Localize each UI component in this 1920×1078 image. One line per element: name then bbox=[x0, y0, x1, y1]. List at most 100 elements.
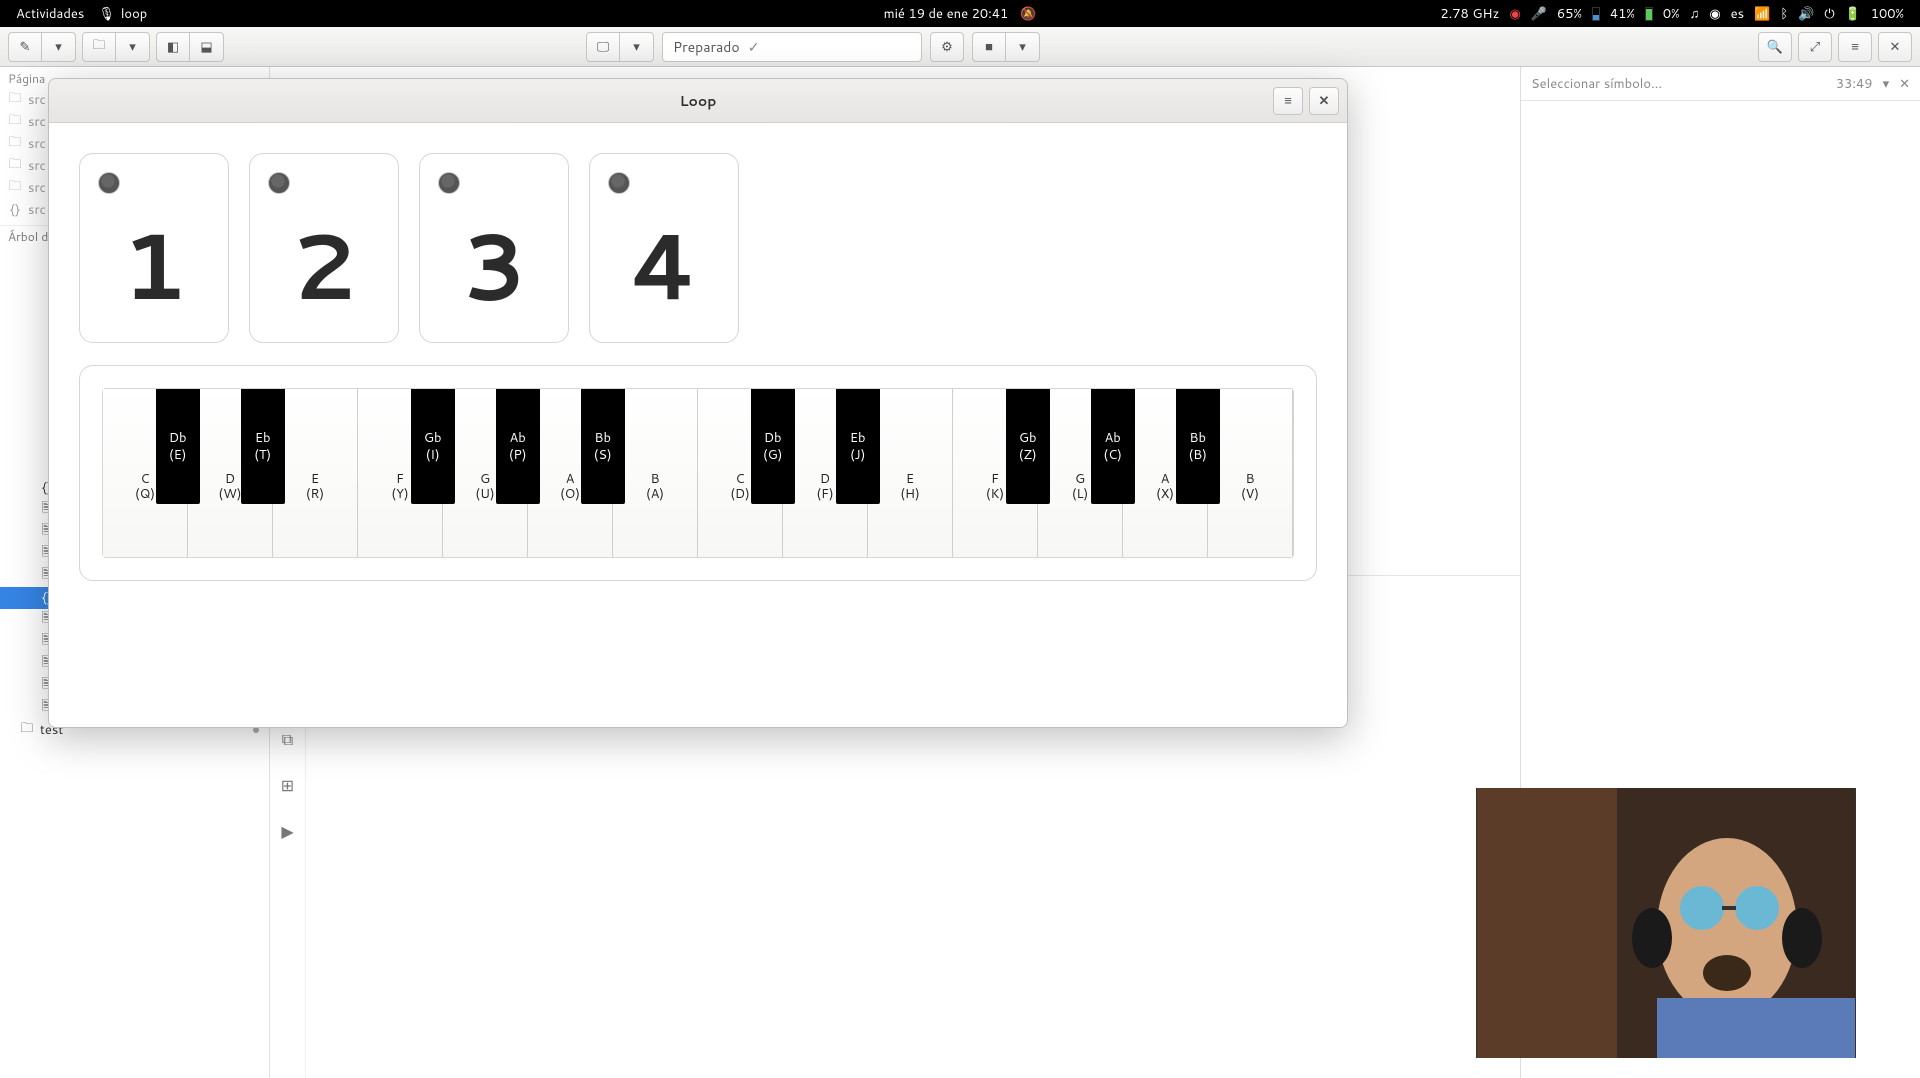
fullscreen-button[interactable]: ⤢ bbox=[1798, 32, 1832, 62]
track-card[interactable]: 2 bbox=[249, 153, 399, 343]
record-button[interactable] bbox=[268, 172, 290, 194]
folder-icon: 🗀 bbox=[8, 155, 22, 177]
note-label: Bb bbox=[1189, 430, 1206, 446]
music-icon[interactable]: ♫ bbox=[1690, 5, 1700, 23]
keyboard-lang[interactable]: es bbox=[1731, 5, 1744, 23]
notification-off-icon[interactable]: 🔕 bbox=[1020, 5, 1036, 23]
record-button[interactable] bbox=[608, 172, 630, 194]
outline-placeholder[interactable]: Seleccionar símbolo… bbox=[1531, 75, 1662, 93]
app-menu[interactable]: 🎙 loop bbox=[98, 5, 147, 23]
loop-close-button[interactable]: ✕ bbox=[1309, 87, 1339, 115]
note-label: Eb bbox=[255, 430, 271, 446]
loop-titlebar[interactable]: Loop ≡ ✕ bbox=[49, 79, 1347, 123]
webcam-overlay bbox=[1476, 788, 1856, 1058]
key-binding: (I) bbox=[426, 447, 440, 463]
clock[interactable]: mié 19 de ene 20:41 bbox=[884, 5, 1009, 23]
key-binding: (J) bbox=[850, 447, 865, 463]
white-key[interactable]: E(H) bbox=[868, 389, 953, 557]
record-button[interactable] bbox=[438, 172, 460, 194]
close-icon[interactable]: ✕ bbox=[1899, 75, 1910, 93]
black-key[interactable]: Db(E) bbox=[156, 389, 200, 504]
bluetooth-icon[interactable]: ᛒ bbox=[1780, 5, 1788, 23]
activities-button[interactable]: Actividades bbox=[16, 5, 84, 23]
key-binding: (Y) bbox=[391, 487, 408, 503]
black-key[interactable]: Db(G) bbox=[751, 389, 795, 504]
hamburger-button[interactable]: ≡ bbox=[1838, 32, 1872, 62]
key-binding: (D) bbox=[730, 487, 750, 503]
expand-icon: ⤢ bbox=[1810, 38, 1820, 56]
play-icon[interactable]: ▶ bbox=[281, 819, 293, 843]
file-label: src bbox=[28, 157, 46, 175]
black-key[interactable]: Eb(J) bbox=[836, 389, 880, 504]
build-config-button[interactable]: ⚙ bbox=[930, 32, 964, 62]
panel-left-button[interactable]: ◧ bbox=[156, 32, 190, 62]
white-key[interactable]: E(R) bbox=[273, 389, 358, 557]
key-binding: (G) bbox=[763, 447, 783, 463]
power-icon[interactable]: ⏻ bbox=[1824, 5, 1834, 23]
file-label: src bbox=[28, 135, 46, 153]
black-key[interactable]: Gb(Z) bbox=[1006, 389, 1050, 504]
build-status[interactable]: Preparado ✓ bbox=[662, 32, 922, 62]
new-file-button[interactable]: ✎ bbox=[8, 32, 42, 62]
key-binding: (W) bbox=[218, 487, 241, 503]
chevron-down-icon[interactable]: ▾ bbox=[1883, 75, 1890, 93]
cpu-graph-icon bbox=[1592, 7, 1600, 21]
folder-open-icon: 🗀 bbox=[92, 36, 105, 58]
panel-bottom-icon: ⬓ bbox=[200, 38, 212, 56]
chevron-down-icon: ▾ bbox=[1019, 38, 1026, 56]
key-binding: (Q) bbox=[135, 487, 155, 503]
track-card[interactable]: 1 bbox=[79, 153, 229, 343]
device-button[interactable]: 🖵 bbox=[586, 32, 620, 62]
code-icon: {} bbox=[8, 201, 22, 219]
track-card[interactable]: 4 bbox=[589, 153, 739, 343]
track-number: 4 bbox=[629, 198, 698, 329]
record-button[interactable] bbox=[98, 172, 120, 194]
webcam-image bbox=[1477, 788, 1855, 1058]
key-binding: (P) bbox=[509, 447, 527, 463]
note-label: Gb bbox=[424, 430, 442, 446]
grid-icon[interactable]: ⊞ bbox=[281, 773, 294, 797]
close-window-button[interactable]: ✕ bbox=[1878, 32, 1912, 62]
accessibility-icon[interactable]: ◉ bbox=[1709, 5, 1720, 23]
layout-icon[interactable]: ⧉ bbox=[282, 727, 293, 751]
wifi-icon[interactable]: 📶 bbox=[1754, 5, 1770, 23]
key-binding: (V) bbox=[1241, 487, 1259, 503]
note-label: Db bbox=[764, 430, 782, 446]
track-card[interactable]: 3 bbox=[419, 153, 569, 343]
panel-bottom-button[interactable]: ⬓ bbox=[190, 32, 224, 62]
key-binding: (H) bbox=[900, 487, 920, 503]
run-menu[interactable]: ▾ bbox=[1006, 32, 1040, 62]
mem-graph-icon bbox=[1645, 7, 1653, 21]
key-binding: (T) bbox=[254, 447, 271, 463]
black-key[interactable]: Eb(T) bbox=[241, 389, 285, 504]
open-menu[interactable]: ▾ bbox=[116, 32, 150, 62]
device-menu[interactable]: ▾ bbox=[620, 32, 654, 62]
stop-button[interactable]: ■ bbox=[972, 32, 1006, 62]
pct3: 0% bbox=[1663, 5, 1680, 23]
open-button[interactable]: 🗀 bbox=[82, 32, 116, 62]
white-key[interactable]: B(A) bbox=[613, 389, 698, 557]
chevron-down-icon: ▾ bbox=[633, 38, 640, 56]
outline-time: 33:49 bbox=[1836, 75, 1873, 93]
key-binding: (A) bbox=[646, 487, 664, 503]
black-key[interactable]: Ab(C) bbox=[1091, 389, 1135, 504]
key-binding: (O) bbox=[560, 487, 580, 503]
build-status-text: Preparado bbox=[673, 37, 740, 57]
pct1: 65% bbox=[1557, 5, 1582, 23]
black-key[interactable]: Gb(I) bbox=[411, 389, 455, 504]
file-label: src bbox=[28, 113, 46, 131]
key-binding: (E) bbox=[169, 447, 187, 463]
key-binding: (B) bbox=[1188, 447, 1206, 463]
gnome-top-bar: Actividades 🎙 loop mié 19 de ene 20:41 🔕… bbox=[0, 0, 1920, 27]
black-key[interactable]: Bb(S) bbox=[581, 389, 625, 504]
folder-icon: 🗀 bbox=[8, 89, 22, 111]
new-file-menu[interactable]: ▾ bbox=[42, 32, 76, 62]
white-key[interactable]: B(V) bbox=[1208, 389, 1293, 557]
black-key[interactable]: Bb(B) bbox=[1176, 389, 1220, 504]
black-key[interactable]: Ab(P) bbox=[496, 389, 540, 504]
search-button[interactable]: 🔍 bbox=[1758, 32, 1792, 62]
loop-menu-button[interactable]: ≡ bbox=[1273, 87, 1303, 115]
volume-icon[interactable]: 🔊 bbox=[1798, 5, 1814, 23]
menu-icon: ≡ bbox=[1851, 38, 1859, 56]
track-number: 1 bbox=[121, 198, 187, 329]
